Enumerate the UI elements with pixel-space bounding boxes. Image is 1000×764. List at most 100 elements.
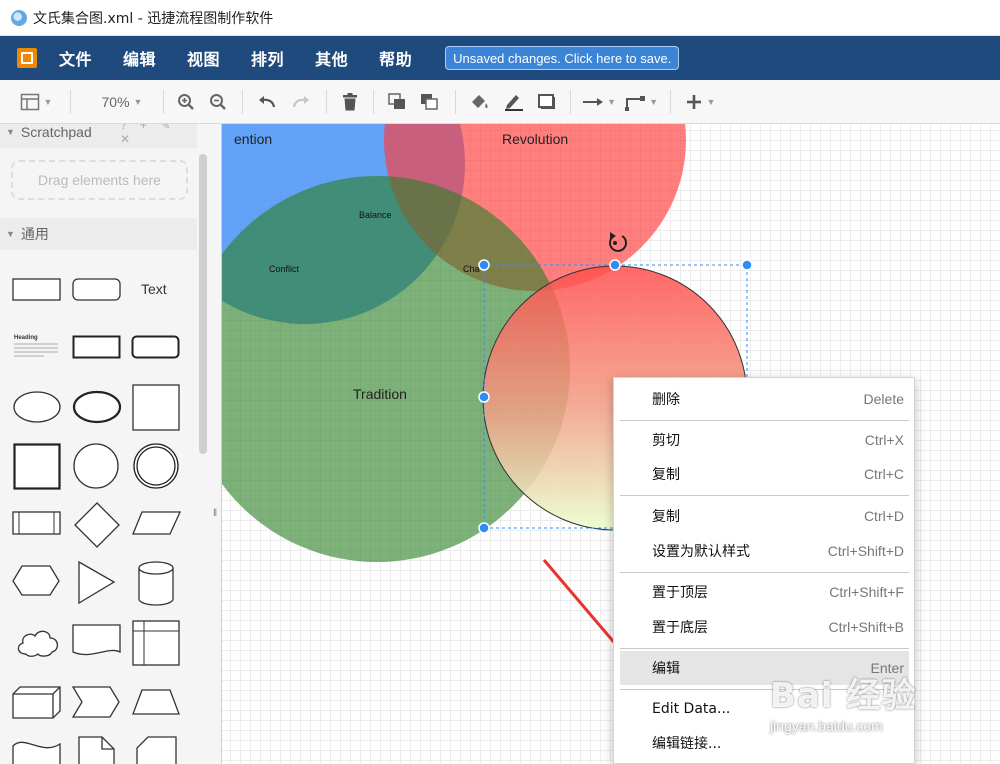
resize-handle-w[interactable]	[478, 391, 490, 403]
shape-rectangle[interactable]	[12, 278, 62, 307]
shape-internal-storage[interactable]	[132, 620, 182, 671]
menu-item-label: 设置为默认样式	[652, 544, 750, 560]
shape-rectangle-bold[interactable]	[72, 335, 122, 366]
menu-separator	[620, 420, 909, 421]
shadow-icon	[538, 94, 555, 109]
menu-item-label: 置于顶层	[652, 585, 708, 601]
fill-color-button[interactable]	[468, 92, 492, 112]
menu-item-label: 复制	[652, 467, 680, 483]
resize-handle-sw[interactable]	[478, 522, 490, 534]
to-back-button[interactable]	[419, 92, 441, 112]
resize-handle-ne[interactable]	[741, 259, 753, 271]
menu-help[interactable]: 帮助	[379, 46, 412, 70]
delete-button[interactable]	[340, 92, 360, 112]
undo-icon	[259, 96, 276, 108]
fill-color-icon	[472, 95, 488, 108]
shape-square[interactable]	[132, 384, 180, 437]
shape-textbox[interactable]: Heading	[14, 335, 62, 362]
menu-item-edit-link[interactable]: 编辑链接...	[620, 726, 909, 760]
menu-item-copy[interactable]: 复制 Ctrl+C	[620, 457, 909, 491]
shape-hexagon[interactable]	[12, 565, 62, 602]
zoom-in-button[interactable]	[176, 92, 196, 112]
resize-handle-nw[interactable]	[478, 259, 490, 271]
shape-step[interactable]	[71, 686, 122, 725]
shape-card[interactable]	[136, 736, 180, 764]
shape-trapezoid[interactable]	[132, 689, 182, 722]
shape-text[interactable]: Text	[141, 281, 167, 297]
shape-parallelogram[interactable]	[132, 511, 182, 542]
toolbar-divider	[326, 90, 327, 114]
menu-item-cut[interactable]: 剪切 Ctrl+X	[620, 423, 909, 457]
menu-item-set-default-style[interactable]: 设置为默认样式 Ctrl+Shift+D	[620, 534, 909, 568]
menu-arrange[interactable]: 排列	[251, 46, 284, 70]
collapse-triangle-icon: ▼	[6, 127, 15, 137]
resize-handle-n[interactable]	[609, 259, 621, 271]
menu-item-to-front[interactable]: 置于顶层 Ctrl+Shift+F	[620, 575, 909, 609]
menu-item-delete[interactable]: 删除 Delete	[620, 382, 909, 416]
shape-process[interactable]	[12, 511, 62, 542]
sidebar-scrollbar[interactable]	[199, 154, 207, 454]
connection-style-button[interactable]: ▼	[582, 92, 616, 112]
line-color-icon	[505, 95, 523, 111]
toolbar-divider	[670, 90, 671, 114]
scratchpad-drop-area[interactable]: Drag elements here	[11, 160, 188, 200]
menu-view[interactable]: 视图	[187, 46, 220, 70]
menu-item-shortcut: Ctrl+X	[864, 432, 904, 448]
chevron-down-icon: ▼	[133, 97, 143, 107]
to-front-icon	[388, 93, 405, 109]
sidebar-resize-grip[interactable]: ‖	[213, 508, 217, 519]
unsaved-changes-button[interactable]: Unsaved changes. Click here to save.	[445, 46, 680, 70]
toolbar-divider	[70, 90, 71, 114]
menu-item-edit[interactable]: 编辑 Enter	[620, 651, 909, 685]
insert-button[interactable]: ▼	[682, 92, 718, 112]
shape-circle[interactable]	[72, 443, 122, 496]
shape-rounded-rectangle[interactable]	[72, 278, 122, 307]
shape-cylinder[interactable]	[138, 561, 176, 612]
chevron-down-icon: ▼	[607, 97, 616, 107]
general-section-header[interactable]: ▼ 通用	[0, 218, 197, 250]
menu-edit[interactable]: 编辑	[123, 46, 156, 70]
shape-note[interactable]	[78, 736, 118, 764]
shadow-button[interactable]	[536, 92, 558, 112]
shape-cloud[interactable]	[14, 626, 62, 663]
app-logo-icon	[17, 48, 37, 68]
textbox-lines-icon	[14, 343, 58, 357]
shape-ellipse[interactable]	[12, 390, 62, 429]
scratchpad-header[interactable]: ▼ Scratchpad ? + ✎ ✕	[0, 124, 197, 148]
app-icon	[11, 9, 27, 26]
shape-double-circle[interactable]	[132, 443, 182, 496]
shape-rounded-bold[interactable]	[131, 335, 181, 366]
toolbar-divider	[163, 90, 164, 114]
waypoints-button[interactable]: ▼	[624, 92, 658, 112]
line-color-button[interactable]	[502, 92, 526, 112]
shape-square-bold[interactable]	[13, 443, 63, 496]
label-conflict: Conflict	[269, 264, 300, 274]
menu-item-edit-data[interactable]: Edit Data...	[620, 692, 909, 726]
menu-item-duplicate[interactable]: 复制 Ctrl+D	[620, 499, 909, 533]
zoom-select[interactable]: 70% ▼	[92, 92, 152, 112]
to-front-button[interactable]	[387, 92, 409, 112]
menu-extras[interactable]: 其他	[315, 46, 348, 70]
redo-button[interactable]	[290, 92, 312, 112]
menu-item-to-back[interactable]: 置于底层 Ctrl+Shift+B	[620, 610, 909, 644]
insert-icon	[686, 95, 701, 109]
zoom-out-button[interactable]	[208, 92, 228, 112]
menu-item-shortcut: Ctrl+D	[863, 508, 904, 524]
scratchpad-tools[interactable]: ? + ✎ ✕	[120, 124, 197, 146]
shape-diamond[interactable]	[74, 502, 122, 553]
menu-item-shortcut: Ctrl+Shift+D	[827, 543, 904, 559]
label-revolution: Revolution	[502, 131, 568, 147]
shape-triangle[interactable]	[78, 560, 118, 610]
format-panel-button[interactable]: ▼	[16, 92, 56, 112]
menu-file[interactable]: 文件	[59, 46, 92, 70]
toolbar: ▼ 70% ▼ ▼ ▼ ▼	[0, 80, 1000, 124]
shape-cube[interactable]	[12, 686, 62, 725]
title-bar: 文氏集合图.xml - 迅捷流程图制作软件	[0, 0, 1000, 36]
shape-document[interactable]	[72, 624, 122, 665]
shape-double-ellipse[interactable]	[72, 390, 122, 429]
chevron-down-icon: ▼	[706, 97, 716, 107]
window-title: 文氏集合图.xml - 迅捷流程图制作软件	[33, 10, 274, 27]
undo-button[interactable]	[256, 92, 278, 112]
shape-tape[interactable]	[12, 738, 62, 764]
menu-item-shortcut: Ctrl+C	[863, 466, 904, 482]
